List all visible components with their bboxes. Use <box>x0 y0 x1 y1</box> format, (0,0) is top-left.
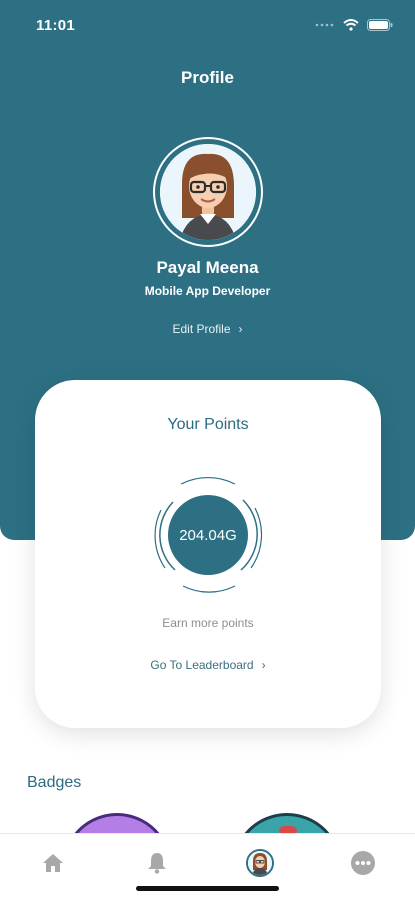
go-to-leaderboard-link[interactable]: Go To Leaderboard › <box>35 658 381 672</box>
cellular-signal-icon <box>315 23 334 27</box>
home-indicator <box>136 886 279 891</box>
points-card: Your Points 204.04G Earn more points Go … <box>35 380 381 728</box>
avatar <box>246 849 274 877</box>
points-value: 204.04G <box>179 526 237 544</box>
user-role: Mobile App Developer <box>144 284 271 298</box>
profile-avatar[interactable] <box>153 137 263 247</box>
status-bar: 11:01 <box>0 0 415 52</box>
tab-notifications[interactable] <box>142 848 172 878</box>
earn-more-points-text: Earn more points <box>162 616 254 630</box>
badges-heading: Badges <box>27 774 82 791</box>
more-icon <box>351 851 375 875</box>
bell-icon <box>148 853 166 874</box>
wifi-icon <box>343 19 359 31</box>
tab-more[interactable] <box>348 848 378 878</box>
tab-profile[interactable] <box>245 848 275 878</box>
home-icon <box>43 854 63 872</box>
user-name: Payal Meena <box>156 258 259 277</box>
status-time: 11:01 <box>36 17 76 34</box>
battery-icon <box>367 19 393 31</box>
edit-profile-label: Edit Profile <box>172 322 231 336</box>
chevron-right-icon: › <box>238 322 243 336</box>
tab-home[interactable] <box>38 848 68 878</box>
chevron-right-icon: › <box>261 658 266 672</box>
leaderboard-label: Go To Leaderboard <box>150 658 254 672</box>
points-card-title: Your Points <box>167 416 249 433</box>
avatar-illustration <box>160 144 256 240</box>
avatar-thumbnail <box>248 851 272 875</box>
edit-profile-link[interactable]: Edit Profile › <box>0 322 415 336</box>
status-icons <box>315 19 393 31</box>
avatar-image <box>160 144 256 240</box>
page-title: Profile <box>181 68 234 87</box>
